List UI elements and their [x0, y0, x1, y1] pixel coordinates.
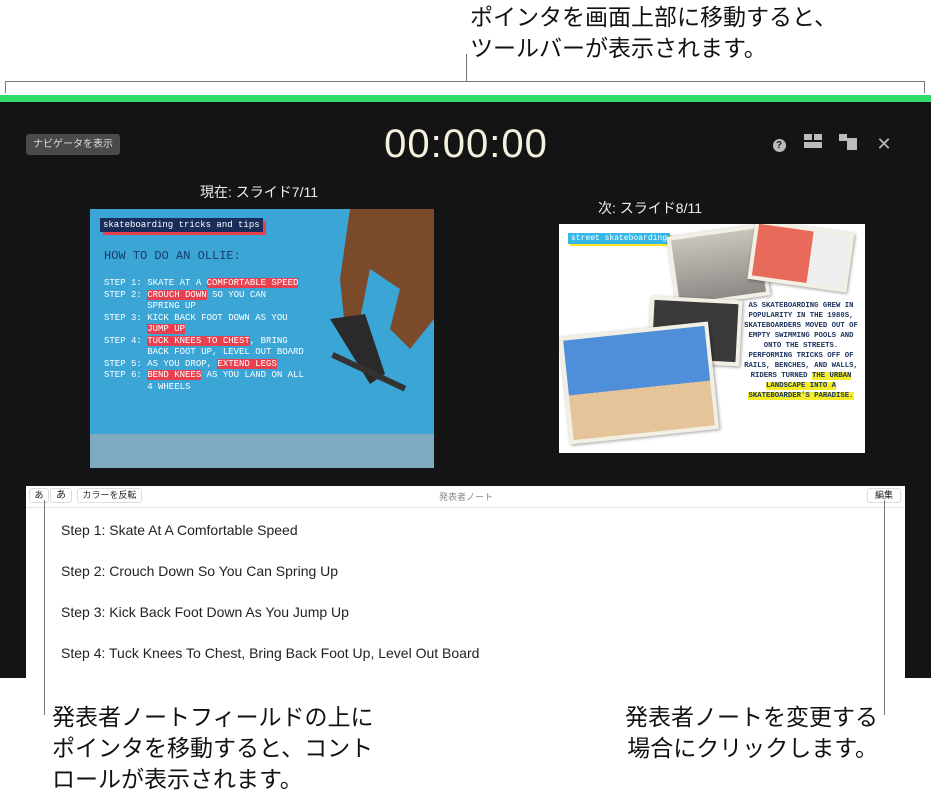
step-highlight: EXTEND LEGS: [217, 358, 277, 369]
slide-tag: skateboarding tricks and tips: [100, 218, 263, 232]
slide-step: STEP 4: TUCK KNEES TO CHEST, BRING BACK …: [104, 335, 304, 359]
current-slide[interactable]: skateboarding tricks and tips HOW TO DO …: [90, 209, 434, 468]
toolbar-reveal-bar: [0, 95, 931, 102]
timer[interactable]: 00:00:00: [330, 122, 602, 167]
step-text: STEP 1: SKATE AT A: [104, 278, 207, 288]
callout-toolbar: ポインタを画面上部に移動すると、 ツールバーが表示されます。: [470, 2, 837, 64]
notes-title: 発表者ノート: [438, 492, 493, 502]
callout-bracket: [5, 81, 925, 82]
callout-bracket: [924, 81, 925, 93]
step-highlight: COMFORTABLE SPEED: [206, 278, 299, 288]
invert-colors-button[interactable]: カラーを反転: [77, 488, 142, 503]
slide-steps: STEP 1: SKATE AT A COMFORTABLE SPEED STEP…: [104, 278, 304, 393]
step-text: STEP 2:: [104, 289, 148, 300]
step-text: STEP 3: KICK BACK FOOT DOWN AS YOU: [104, 312, 288, 323]
slide-body: AS SKATEBOARDING GREW IN POPULARITY IN T…: [743, 301, 859, 401]
help-icon[interactable]: ?: [769, 134, 789, 154]
step-highlight: JUMP UP: [147, 324, 186, 334]
slide-step: STEP 3: KICK BACK FOOT DOWN AS YOU JUMP …: [104, 313, 304, 336]
layout-icon[interactable]: [803, 134, 823, 154]
callout-line: ポインタを移動すると、コント: [52, 735, 374, 761]
step-text: STEP 4:: [104, 335, 148, 346]
slide-step: STEP 1: SKATE AT A COMFORTABLE SPEED: [104, 278, 304, 290]
step-text: STEP 6:: [104, 370, 148, 380]
step-highlight: CROUCH DOWN: [147, 289, 207, 300]
presenter-notes[interactable]: あ あ カラーを反転 発表者ノート 編集 Step 1: Skate At A …: [26, 486, 905, 678]
callout-notes-controls: 発表者ノートフィールドの上に ポインタを移動すると、コント ロールが表示されます…: [52, 702, 374, 795]
callout-line: ポインタを画面上部に移動すると、: [470, 4, 838, 30]
callout-edit: 発表者ノートを変更する 場合にクリックします。: [560, 702, 878, 764]
note-line: Step 1: Skate At A Comfortable Speed: [61, 522, 298, 538]
current-slide-label: 現在: スライド7/11: [200, 184, 318, 200]
callout-line: ロールが表示されます。: [52, 766, 303, 792]
note-line: Step 3: Kick Back Foot Down As You Jump …: [61, 604, 349, 620]
callout-line: ツールバーが表示されます。: [470, 35, 767, 61]
slide-step: STEP 5: AS YOU DROP, EXTEND LEGS: [104, 358, 304, 371]
callout-line: 場合にクリックします。: [627, 735, 878, 761]
increase-font-button[interactable]: あ: [50, 488, 72, 503]
callout-leader: [884, 500, 885, 715]
step-text: STEP 5: AS YOU DROP,: [104, 358, 218, 369]
step-highlight: BEND KNEES: [147, 370, 202, 380]
next-slide[interactable]: street skateboarding AS SKATEBOARDING GR…: [559, 224, 865, 453]
ground-image: [90, 434, 434, 468]
photo-stairs: [559, 321, 720, 445]
decrease-font-button[interactable]: あ: [29, 488, 49, 503]
close-icon[interactable]: ✕: [874, 134, 894, 154]
slide-tag: street skateboarding: [568, 233, 671, 244]
next-slide-label: 次: スライド8/11: [598, 200, 702, 216]
callout-line: 発表者ノートフィールドの上に: [52, 704, 374, 730]
step-highlight: TUCK KNEES TO CHEST: [147, 335, 250, 346]
callout-line: 発表者ノートを変更する: [625, 704, 878, 730]
callout-leader: [466, 54, 467, 82]
slide-step: STEP 6: BEND KNEES AS YOU LAND ON ALL 4 …: [104, 370, 304, 393]
body-text: AS SKATEBOARDING GREW IN POPULARITY IN T…: [744, 302, 858, 380]
show-navigator-button[interactable]: ナビゲータを表示: [26, 134, 120, 155]
note-line: Step 2: Crouch Down So You Can Spring Up: [61, 563, 339, 579]
note-line: Step 4: Tuck Knees To Chest, Bring Back …: [61, 645, 480, 661]
slide-step: STEP 2: CROUCH DOWN SO YOU CAN SPRING UP: [104, 289, 304, 313]
callout-leader: [44, 500, 45, 715]
callout-bracket: [5, 81, 6, 93]
skater-image: [330, 209, 434, 392]
swap-displays-icon[interactable]: [838, 134, 858, 154]
slide-heading: HOW TO DO AN OLLIE:: [104, 249, 241, 263]
